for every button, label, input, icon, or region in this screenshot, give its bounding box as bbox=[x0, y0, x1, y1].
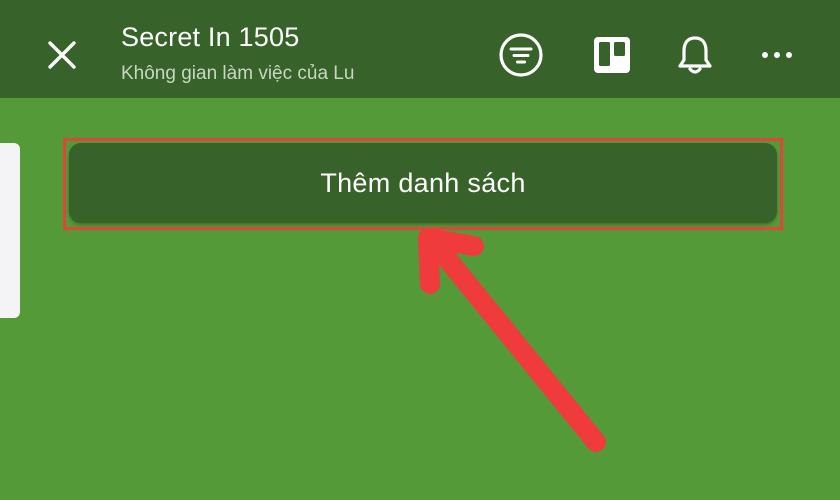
red-arrow-annotation bbox=[418, 228, 606, 452]
